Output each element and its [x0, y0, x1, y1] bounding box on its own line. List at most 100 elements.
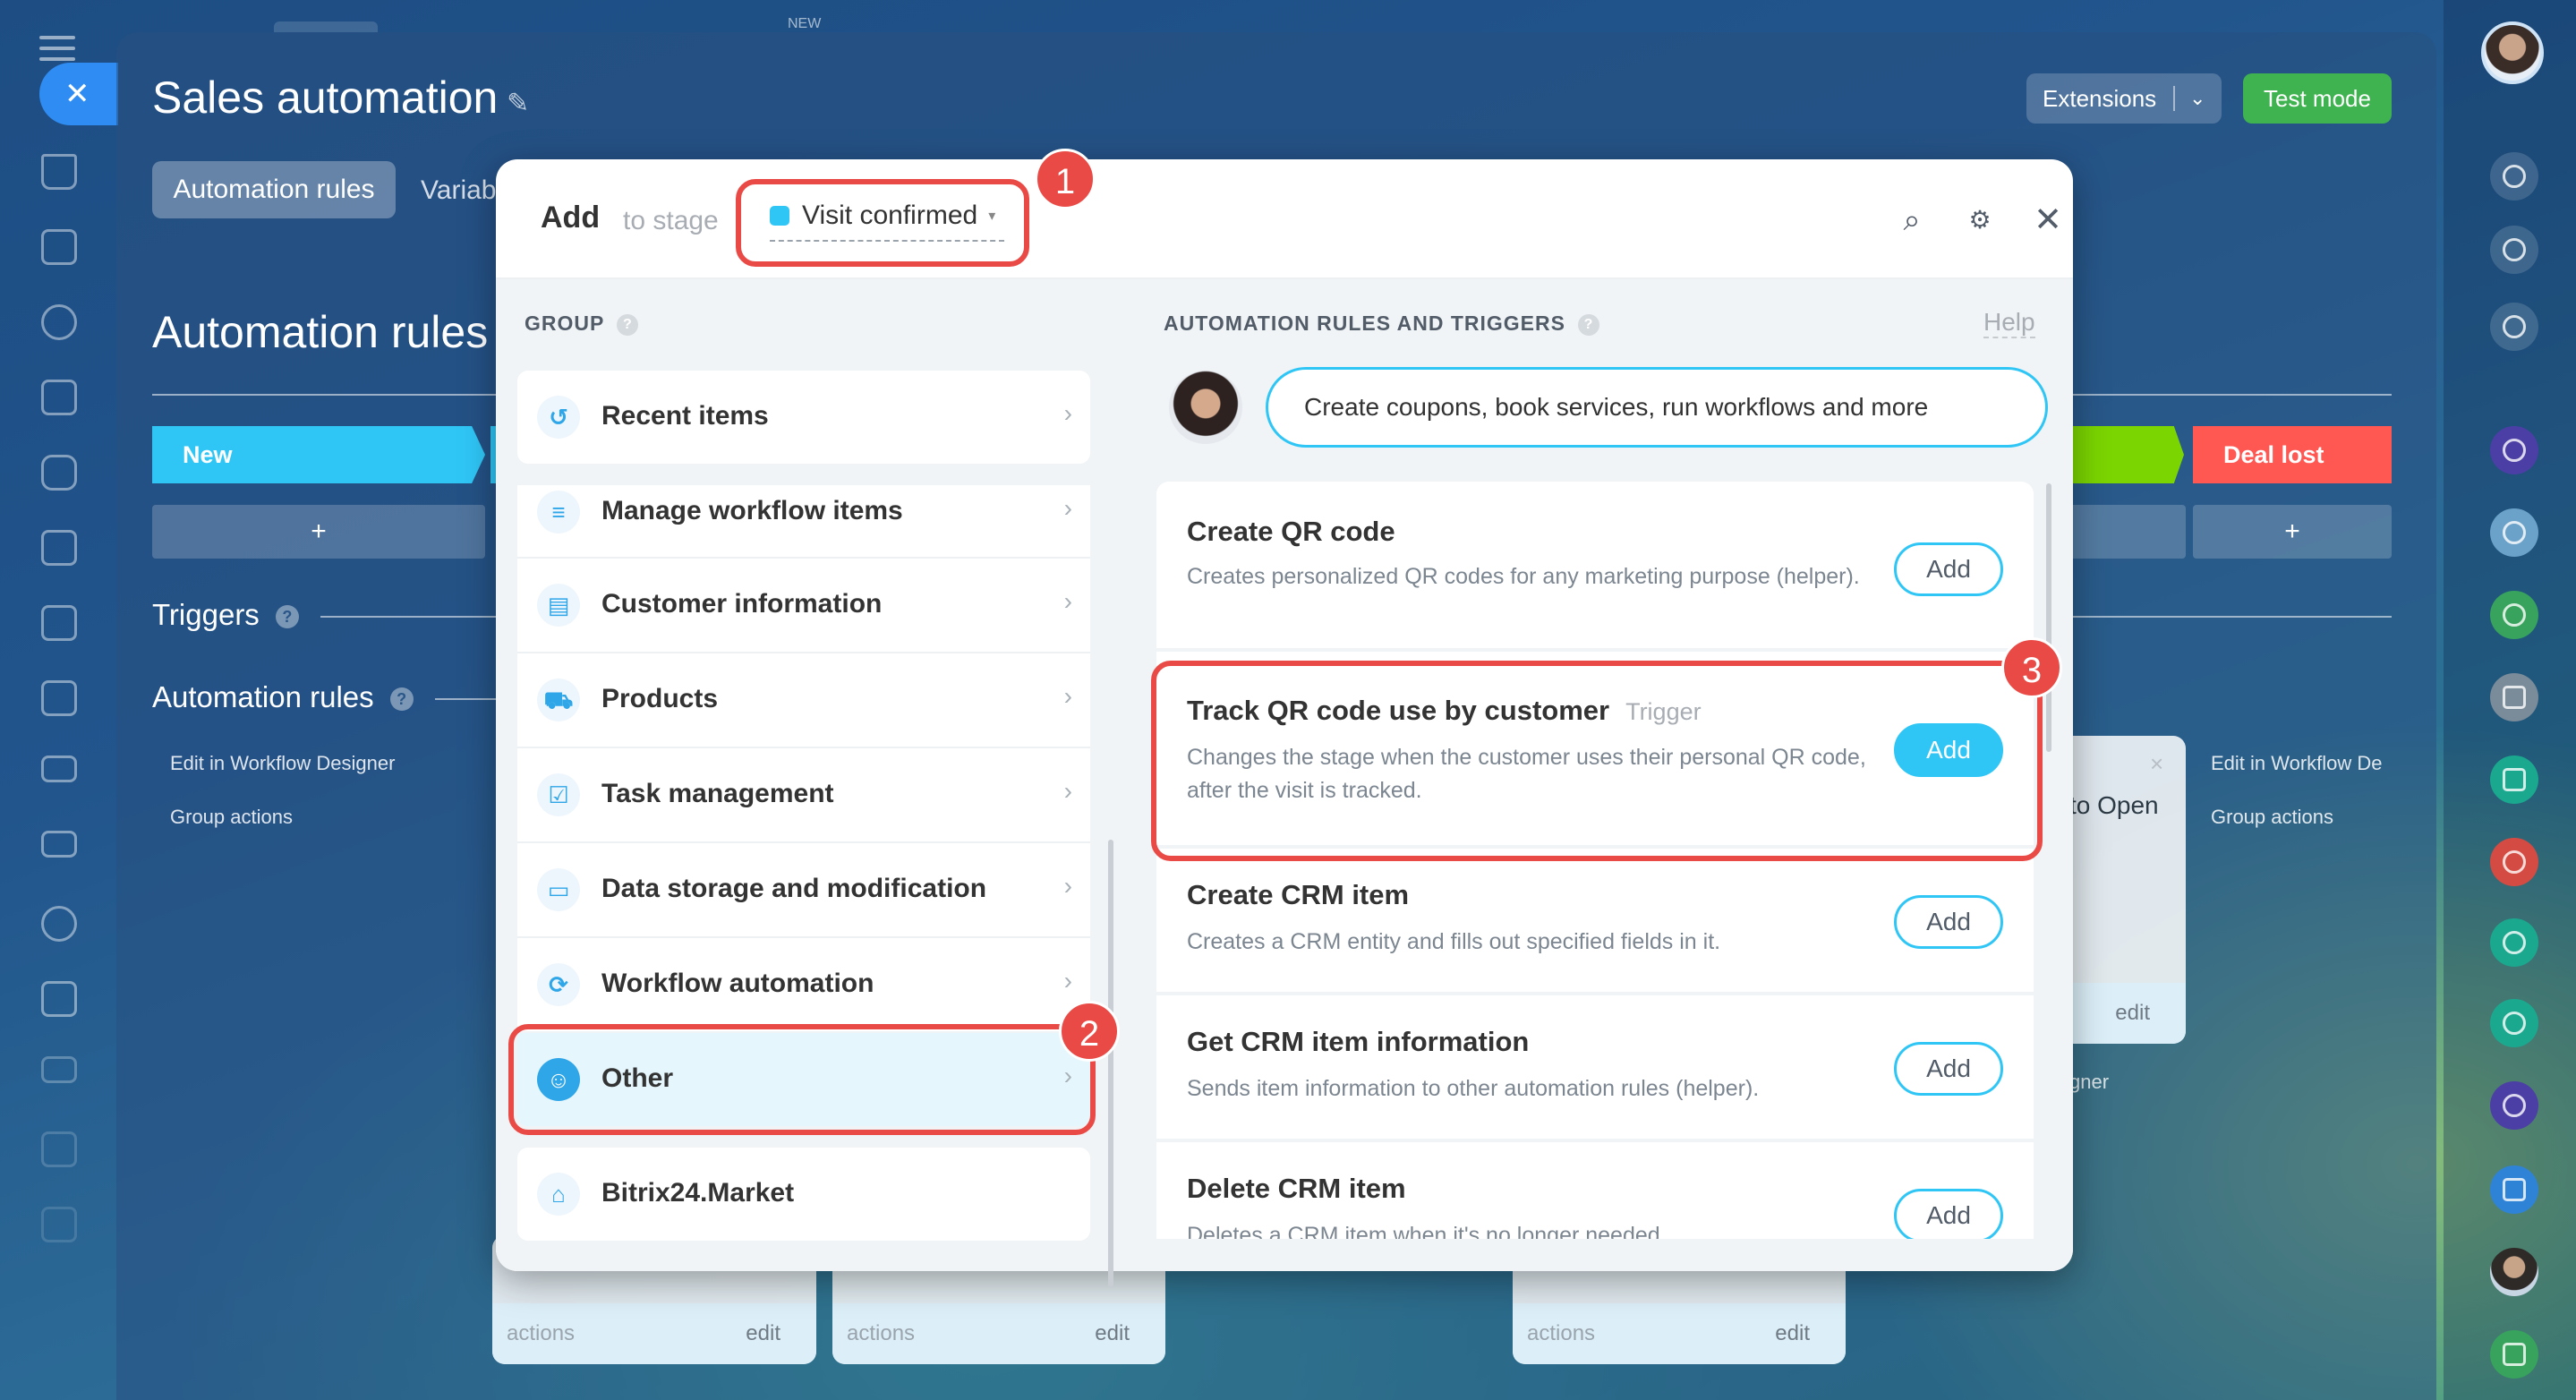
chat-icon[interactable] — [41, 304, 77, 340]
rule-delete-crm-item[interactable]: Delete CRM item Deletes a CRM item when … — [1156, 1142, 2034, 1239]
home-icon[interactable] — [41, 154, 77, 190]
extensions-button[interactable]: Extensions ⌄ — [2026, 73, 2222, 124]
scrollbar[interactable] — [1108, 840, 1113, 1287]
rule-description: Sends item information to other automati… — [1187, 1076, 1760, 1101]
automation-rules-label: Automation rules — [152, 680, 374, 713]
card-edit-link[interactable]: edit — [1095, 1303, 1130, 1364]
rule-create-crm-item[interactable]: Create CRM item Creates a CRM entity and… — [1156, 849, 2034, 992]
test-mode-button[interactable]: Test mode — [2243, 73, 2392, 124]
user-photo-icon[interactable] — [2490, 591, 2538, 639]
group-item-products[interactable]: ⛟ Products › — [517, 653, 1090, 747]
close-slider-button[interactable]: ✕ — [39, 63, 118, 125]
group-item-manage-workflow[interactable]: ≡ Manage workflow items › — [517, 485, 1090, 557]
inbox-icon[interactable] — [41, 755, 77, 782]
mail-icon[interactable] — [41, 831, 77, 858]
document-icon[interactable] — [41, 380, 77, 415]
stage-deal-lost[interactable]: Deal lost — [2193, 426, 2392, 483]
help-icon[interactable]: ? — [275, 605, 299, 629]
task-check-icon: ☑ — [537, 773, 580, 816]
card-edit-link[interactable]: edit — [1775, 1303, 1810, 1364]
user-avatar[interactable] — [2481, 21, 2544, 84]
support-icon[interactable] — [2490, 303, 2538, 351]
callout-box-other — [508, 1024, 1096, 1135]
chat-bubble-icon[interactable] — [2490, 755, 2538, 804]
group-item-workflow-automation[interactable]: ⟳ Workflow automation › — [517, 938, 1090, 1031]
help-icon[interactable]: ? — [617, 314, 639, 336]
group-item-task-management[interactable]: ☑ Task management › — [517, 748, 1090, 841]
hamburger-menu-icon[interactable] — [39, 36, 75, 63]
group-actions-link[interactable]: Group actions — [170, 806, 293, 829]
contacts-icon[interactable] — [41, 906, 77, 942]
tasks-icon[interactable] — [41, 981, 77, 1017]
settings-sliders-icon[interactable]: ⚙ — [1962, 202, 1998, 238]
chevron-down-icon[interactable]: ⌄ — [2189, 73, 2205, 124]
help-icon[interactable]: ? — [389, 687, 414, 712]
add-button[interactable]: Add — [1894, 1189, 2003, 1239]
close-icon[interactable]: × — [2150, 750, 2163, 778]
bell-icon[interactable] — [2490, 152, 2538, 201]
pin-icon[interactable]: ✎ — [507, 88, 529, 119]
rule-title-text: Get CRM item information — [1187, 1026, 1530, 1057]
calendar-icon[interactable] — [41, 530, 77, 566]
tab-automation-rules[interactable]: Automation rules — [152, 161, 396, 218]
openlines-icon[interactable] — [2490, 1081, 2538, 1130]
rule-get-crm-info[interactable]: Get CRM item information Sends item info… — [1156, 995, 2034, 1139]
group-avatar-icon[interactable] — [2490, 508, 2538, 557]
rule-description: Deletes a CRM item when it's no longer n… — [1187, 1223, 1667, 1239]
target-icon[interactable] — [2490, 226, 2538, 274]
stage-new[interactable]: New — [152, 426, 485, 483]
divider — [2069, 616, 2392, 618]
briefcase-icon[interactable] — [41, 1207, 77, 1242]
checklist-icon[interactable] — [2490, 1330, 2538, 1379]
group-item-customer-info[interactable]: ▤ Customer information › — [517, 559, 1090, 652]
help-icon[interactable]: ? — [1577, 314, 1599, 336]
help-link[interactable]: Help — [1983, 308, 2035, 338]
stage-won[interactable] — [2059, 426, 2184, 483]
card-edit-link[interactable]: edit — [2115, 983, 2150, 1044]
group-actions-link[interactable]: Group actions — [2211, 806, 2333, 829]
add-rule-modal: Add to stage Visit confirmed ▾ ⌕ ⚙ ✕ GROU… — [496, 159, 2073, 1287]
triggers-label: Triggers — [152, 598, 260, 631]
group-header: GROUP? — [525, 312, 639, 336]
calendar-grid-icon[interactable] — [41, 1131, 77, 1167]
group-item-recent[interactable]: ↺ Recent items › — [517, 371, 1090, 464]
add-rule-bar[interactable] — [2068, 505, 2186, 559]
docs-icon[interactable] — [41, 605, 77, 641]
presentation-icon[interactable] — [41, 680, 77, 716]
add-button[interactable]: Add — [1894, 1042, 2003, 1096]
search-icon[interactable]: ⌕ — [1894, 202, 1930, 238]
rule-description: Creates a CRM entity and fills out speci… — [1187, 929, 1721, 954]
team-icon[interactable] — [2490, 918, 2538, 967]
add-button[interactable]: Add — [1894, 895, 2003, 949]
rule-title-text: Create QR code — [1187, 516, 1395, 547]
task-icon[interactable] — [2490, 1165, 2538, 1214]
group-item-market[interactable]: ⌂ Bitrix24.Market — [517, 1148, 1090, 1241]
add-rule-button[interactable]: + — [2193, 505, 2392, 559]
add-rule-button[interactable]: + — [152, 505, 485, 559]
add-button[interactable]: Add — [1894, 542, 2003, 596]
group-item-label: Data storage and modification — [601, 874, 987, 903]
divider — [2068, 394, 2392, 396]
crm-icon[interactable] — [41, 455, 77, 491]
filter-nav-icon[interactable] — [41, 1056, 77, 1083]
callout-badge-2: 2 — [1059, 1001, 1120, 1062]
card-edit-link[interactable]: edit — [746, 1303, 780, 1364]
team-icon[interactable] — [2490, 838, 2538, 886]
rule-description: Creates personalized QR codes for any ma… — [1187, 564, 1860, 589]
scrollbar[interactable] — [2046, 483, 2051, 752]
rule-create-qr[interactable]: Create QR code Creates personalized QR c… — [1156, 482, 2034, 648]
designer-link-partial[interactable]: gner — [2069, 1071, 2109, 1094]
user-photo-icon[interactable] — [2490, 1248, 2538, 1296]
feed-icon[interactable] — [41, 229, 77, 265]
group-item-data-storage[interactable]: ▭ Data storage and modification › — [517, 843, 1090, 936]
close-icon[interactable]: ✕ — [2030, 202, 2066, 238]
group-item-label: Products — [601, 684, 719, 713]
tab-stub — [274, 21, 378, 32]
tab-variables[interactable]: Variab — [421, 175, 497, 206]
openlines-icon[interactable] — [2490, 426, 2538, 474]
team-icon[interactable] — [2490, 999, 2538, 1047]
checklist-icon[interactable] — [2490, 673, 2538, 721]
group-item-label: Customer information — [601, 589, 883, 619]
edit-in-designer-link[interactable]: Edit in Workflow Designer — [170, 752, 395, 775]
edit-in-designer-link[interactable]: Edit in Workflow De — [2211, 752, 2383, 775]
